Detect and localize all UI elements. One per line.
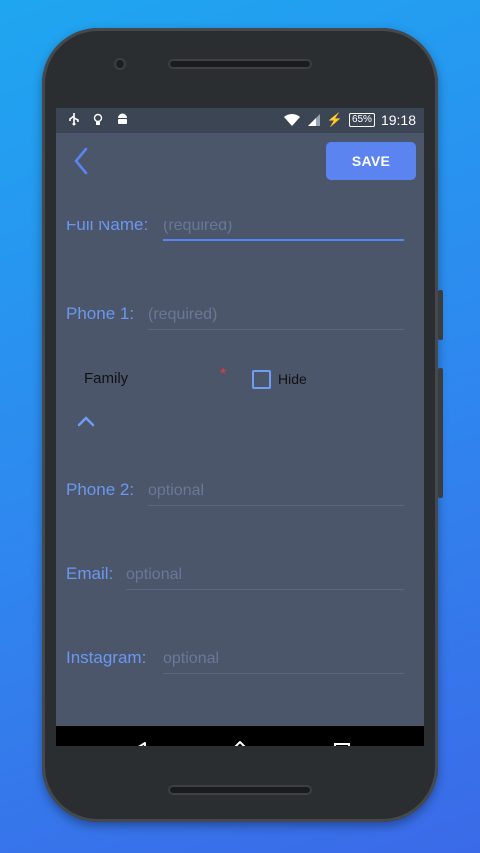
phone2-input[interactable]: optional [148, 482, 204, 500]
full-name-underline [163, 239, 404, 241]
back-button[interactable] [66, 143, 102, 179]
bottom-speaker [168, 785, 312, 795]
phone1-input[interactable]: (required) [148, 306, 217, 324]
instagram-input[interactable]: optional [163, 650, 219, 668]
android-icon [118, 113, 127, 124]
phone2-underline [148, 505, 404, 506]
app-bar: SAVE [56, 133, 424, 195]
hide-label: Hide [278, 371, 307, 387]
usb-icon [69, 113, 79, 126]
top-speaker [168, 59, 312, 69]
nav-back-button[interactable] [126, 738, 152, 746]
recents-square-icon [334, 743, 350, 746]
instagram-underline [163, 673, 404, 674]
back-arrow-icon [74, 147, 88, 175]
phone-frame: ⚡ 65% 19:18 SAVE Full Name: (required) P… [42, 28, 443, 822]
chevron-up-icon [77, 416, 95, 427]
side-button-top [438, 290, 443, 340]
battery-indicator: 65% [348, 113, 375, 127]
status-bar: ⚡ 65% 19:18 [56, 108, 424, 133]
full-name-field[interactable]: Full Name: (required) [66, 215, 406, 241]
full-name-input[interactable]: (required) [163, 221, 232, 235]
email-field[interactable]: Email: optional [66, 560, 406, 590]
phone2-label: Phone 2: [66, 480, 135, 499]
nav-recents-button[interactable] [329, 738, 355, 746]
lightbulb-icon [93, 113, 103, 125]
charging-icon: ⚡ [326, 112, 343, 127]
home-icon [234, 741, 246, 746]
wifi-icon [283, 113, 300, 126]
signal-icon [307, 114, 320, 126]
phone1-label: Phone 1: [66, 304, 135, 323]
appbar-shadow [56, 195, 424, 208]
front-camera [114, 58, 126, 70]
instagram-label: Instagram: [66, 648, 147, 667]
nav-home-button[interactable] [227, 738, 253, 746]
collapse-button[interactable] [76, 414, 96, 428]
email-label: Email: [66, 564, 114, 583]
hide-checkbox[interactable] [252, 370, 271, 389]
instagram-field[interactable]: Instagram: optional [66, 644, 406, 674]
back-triangle-icon [138, 742, 146, 746]
required-mark: * [220, 366, 227, 383]
phone1-underline [148, 329, 404, 330]
phone2-field[interactable]: Phone 2: optional [66, 476, 406, 506]
navigation-bar [56, 726, 424, 746]
full-name-label: Full Name: [66, 215, 149, 234]
email-underline [126, 589, 404, 590]
email-input[interactable]: optional [126, 566, 182, 584]
screen: ⚡ 65% 19:18 SAVE Full Name: (required) P… [56, 108, 424, 746]
phone1-field[interactable]: Phone 1: (required) [66, 300, 406, 330]
save-button[interactable]: SAVE [326, 142, 416, 180]
clock: 19:18 [380, 112, 416, 128]
side-button-volume [438, 368, 443, 498]
group-spinner[interactable]: Family [84, 370, 128, 387]
